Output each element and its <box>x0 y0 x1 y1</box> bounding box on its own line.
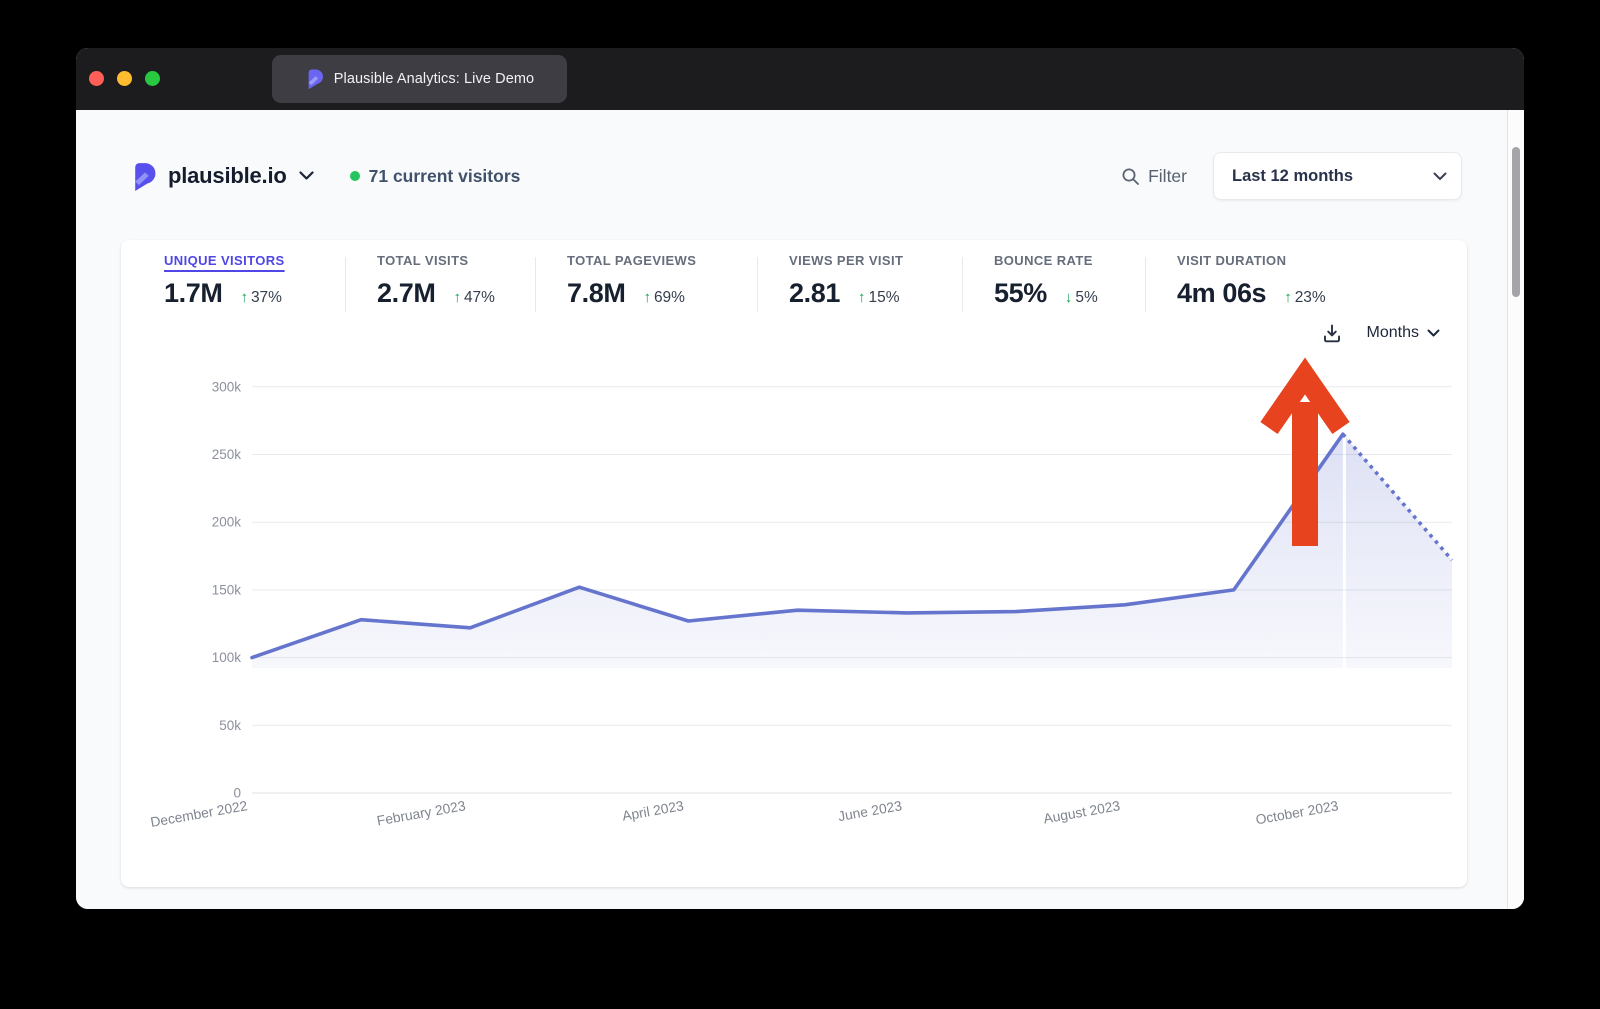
current-visitors-label: 71 current visitors <box>369 166 521 187</box>
current-visitors[interactable]: 71 current visitors <box>350 166 521 187</box>
close-window-button[interactable] <box>89 71 104 86</box>
arrow-up-icon: ↑ <box>1284 289 1292 306</box>
minimize-window-button[interactable] <box>117 71 132 86</box>
site-switcher-group: plausible.io 71 current visitors <box>131 161 1121 192</box>
metric-label: VIEWS PER VISIT <box>789 253 962 268</box>
plausible-logo <box>131 161 158 192</box>
site-switcher-chevron-down-icon[interactable] <box>299 171 314 181</box>
y-axis-tick: 300k <box>212 379 242 394</box>
metric-bounce-rate[interactable]: BOUNCE RATE 55% ↓5% <box>962 253 1145 324</box>
zoom-window-button[interactable] <box>145 71 160 86</box>
interval-chevron-down-icon <box>1427 329 1440 338</box>
chart-controls: Months <box>1322 318 1440 348</box>
metric-value: 7.8M <box>567 278 625 309</box>
date-range-chevron-down-icon <box>1433 172 1447 181</box>
page-content: plausible.io 71 current visitors Filter … <box>76 110 1524 909</box>
tab-title: Plausible Analytics: Live Demo <box>334 71 534 87</box>
metrics-row: UNIQUE VISITORS 1.7M ↑37% TOTAL VISITS 2.7M ↑… <box>121 240 1451 324</box>
y-axis-tick: 100k <box>212 650 242 665</box>
site-header: plausible.io 71 current visitors Filter … <box>131 152 1462 200</box>
titlebar: Plausible Analytics: Live Demo <box>76 48 1524 110</box>
metric-change: ↓5% <box>1065 289 1098 307</box>
metric-value: 55% <box>994 278 1047 309</box>
export-button[interactable] <box>1322 323 1342 344</box>
arrow-down-icon: ↓ <box>1065 289 1073 306</box>
metric-visit-duration[interactable]: VISIT DURATION 4m 06s ↑23% <box>1145 253 1451 324</box>
metric-value: 1.7M <box>164 278 222 309</box>
y-axis-tick: 250k <box>212 447 242 462</box>
metric-label: BOUNCE RATE <box>994 253 1145 268</box>
traffic-lights <box>89 71 160 86</box>
search-icon <box>1121 167 1140 186</box>
plausible-favicon <box>305 68 324 90</box>
browser-window: Plausible Analytics: Live Demo plausible… <box>76 48 1524 909</box>
metric-change: ↑47% <box>453 289 495 307</box>
metric-change: ↑37% <box>240 289 282 307</box>
live-dot-icon <box>350 171 360 181</box>
metric-label: TOTAL VISITS <box>377 253 535 268</box>
metric-total-pageviews[interactable]: TOTAL PAGEVIEWS 7.8M ↑69% <box>535 253 757 324</box>
x-axis-tick: December 2022 <box>149 798 248 830</box>
interval-value: Months <box>1367 324 1419 342</box>
metric-label: VISIT DURATION <box>1177 253 1451 268</box>
x-axis-tick: October 2023 <box>1254 798 1339 827</box>
y-axis-tick: 200k <box>212 515 242 530</box>
metric-label: UNIQUE VISITORS <box>164 253 345 268</box>
metric-change: ↑15% <box>858 289 900 307</box>
arrow-up-icon: ↑ <box>453 289 461 306</box>
metric-value: 4m 06s <box>1177 278 1266 309</box>
metric-change: ↑23% <box>1284 289 1326 307</box>
arrow-up-icon: ↑ <box>643 289 651 306</box>
metric-label: TOTAL PAGEVIEWS <box>567 253 757 268</box>
scrollbar-thumb[interactable] <box>1512 147 1520 297</box>
date-range-value: Last 12 months <box>1232 167 1433 186</box>
metric-total-visits[interactable]: TOTAL VISITS 2.7M ↑47% <box>345 253 535 324</box>
y-axis-tick: 50k <box>219 718 241 733</box>
arrow-up-icon: ↑ <box>240 289 248 306</box>
dashboard-card: UNIQUE VISITORS 1.7M ↑37% TOTAL VISITS 2.7M ↑… <box>121 240 1467 887</box>
metric-views-per-visit[interactable]: VIEWS PER VISIT 2.81 ↑15% <box>757 253 962 324</box>
area-fill <box>252 434 1452 668</box>
visitors-chart[interactable]: 050k100k150k200k250k300kDecember 2022Feb… <box>121 352 1467 887</box>
filter-button[interactable]: Filter <box>1121 166 1187 187</box>
download-icon <box>1322 323 1342 344</box>
site-name[interactable]: plausible.io <box>168 163 287 189</box>
date-range-select[interactable]: Last 12 months <box>1213 152 1462 200</box>
metric-change: ↑69% <box>643 289 685 307</box>
x-axis-tick: August 2023 <box>1042 798 1121 826</box>
arrow-up-icon: ↑ <box>858 289 866 306</box>
x-axis-tick: April 2023 <box>621 798 685 824</box>
x-axis-tick: February 2023 <box>376 798 467 828</box>
x-axis-tick: June 2023 <box>837 798 903 824</box>
interval-select[interactable]: Months <box>1367 324 1440 342</box>
metric-value: 2.81 <box>789 278 840 309</box>
filter-label: Filter <box>1148 166 1187 187</box>
x-axis-labels: December 2022 February 2023 April 2023 June… <box>149 798 1340 830</box>
metric-value: 2.7M <box>377 278 435 309</box>
metric-unique-visitors[interactable]: UNIQUE VISITORS 1.7M ↑37% <box>121 253 345 324</box>
browser-tab[interactable]: Plausible Analytics: Live Demo <box>272 55 567 103</box>
scrollbar-track[interactable] <box>1507 110 1524 909</box>
y-axis-tick: 150k <box>212 582 242 597</box>
